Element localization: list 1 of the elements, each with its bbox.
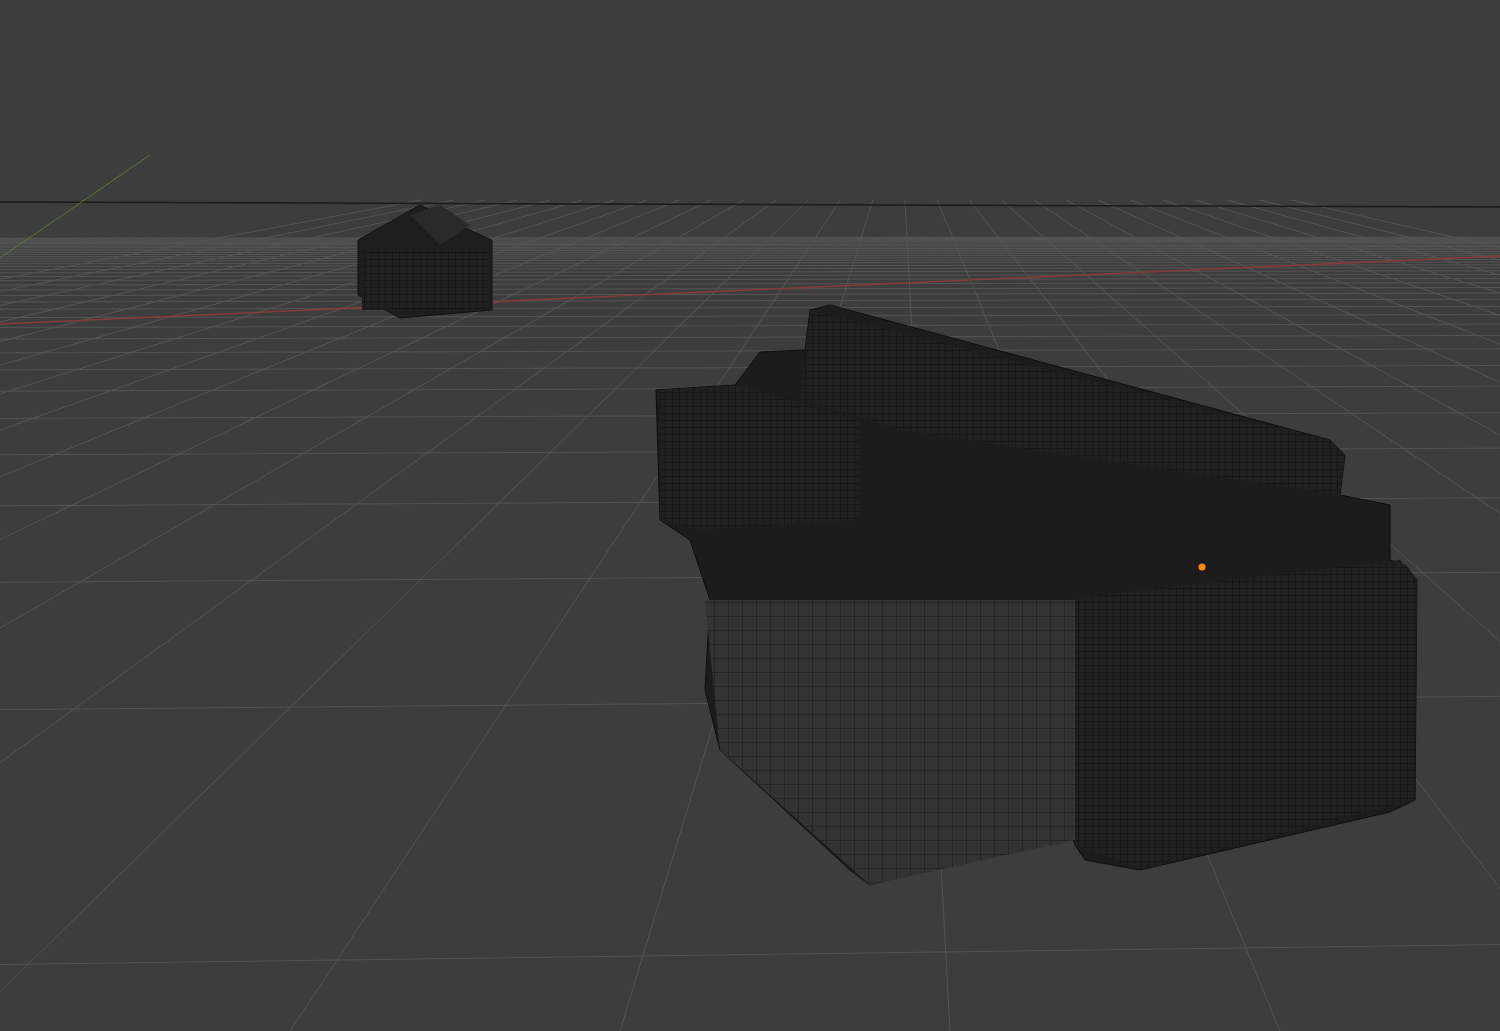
origin-dot: [1198, 563, 1206, 571]
